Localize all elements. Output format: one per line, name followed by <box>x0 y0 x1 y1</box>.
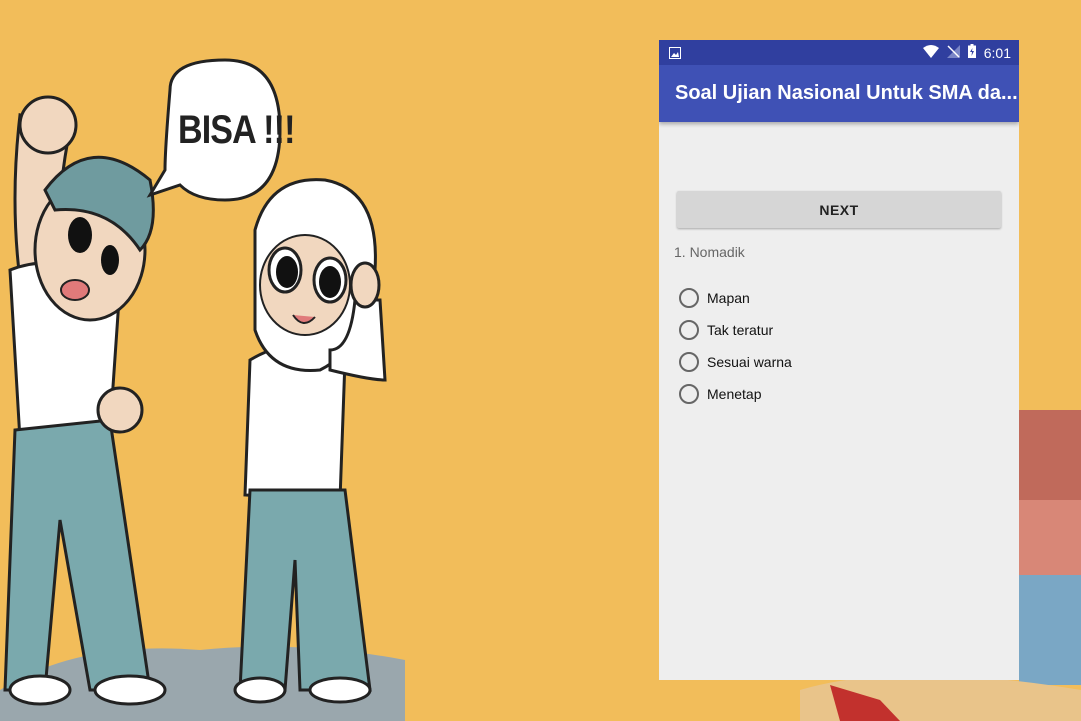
app-bar-title: Soal Ujian Nasional Untuk SMA da... <box>659 65 1019 122</box>
girl-character <box>233 178 387 704</box>
question-text: 1. Nomadik <box>674 244 745 260</box>
option-label: Sesuai warna <box>707 354 792 370</box>
option-label: Mapan <box>707 290 750 306</box>
answer-options: Mapan Tak teratur Sesuai warna Menetap <box>679 282 792 410</box>
radio-button[interactable] <box>679 288 699 308</box>
no-signal-icon <box>946 44 960 61</box>
option-tak-teratur[interactable]: Tak teratur <box>679 314 792 346</box>
radio-button[interactable] <box>679 352 699 372</box>
wifi-icon <box>922 44 939 61</box>
phone-screen: 6:01 Soal Ujian Nasional Untuk SMA da...… <box>659 40 1019 680</box>
option-menetap[interactable]: Menetap <box>679 378 792 410</box>
radio-button[interactable] <box>679 320 699 340</box>
radio-button[interactable] <box>679 384 699 404</box>
status-time: 6:01 <box>983 44 1011 61</box>
status-bar: 6:01 <box>659 40 1019 65</box>
battery-icon <box>967 44 976 61</box>
speech-bubble-text: BISA !!! <box>178 108 295 152</box>
boy-character <box>3 95 167 706</box>
option-label: Menetap <box>707 386 762 402</box>
image-icon <box>669 46 683 59</box>
option-mapan[interactable]: Mapan <box>679 282 792 314</box>
next-button[interactable]: NEXT <box>677 191 1001 228</box>
option-label: Tak teratur <box>707 322 774 338</box>
option-sesuai-warna[interactable]: Sesuai warna <box>679 346 792 378</box>
